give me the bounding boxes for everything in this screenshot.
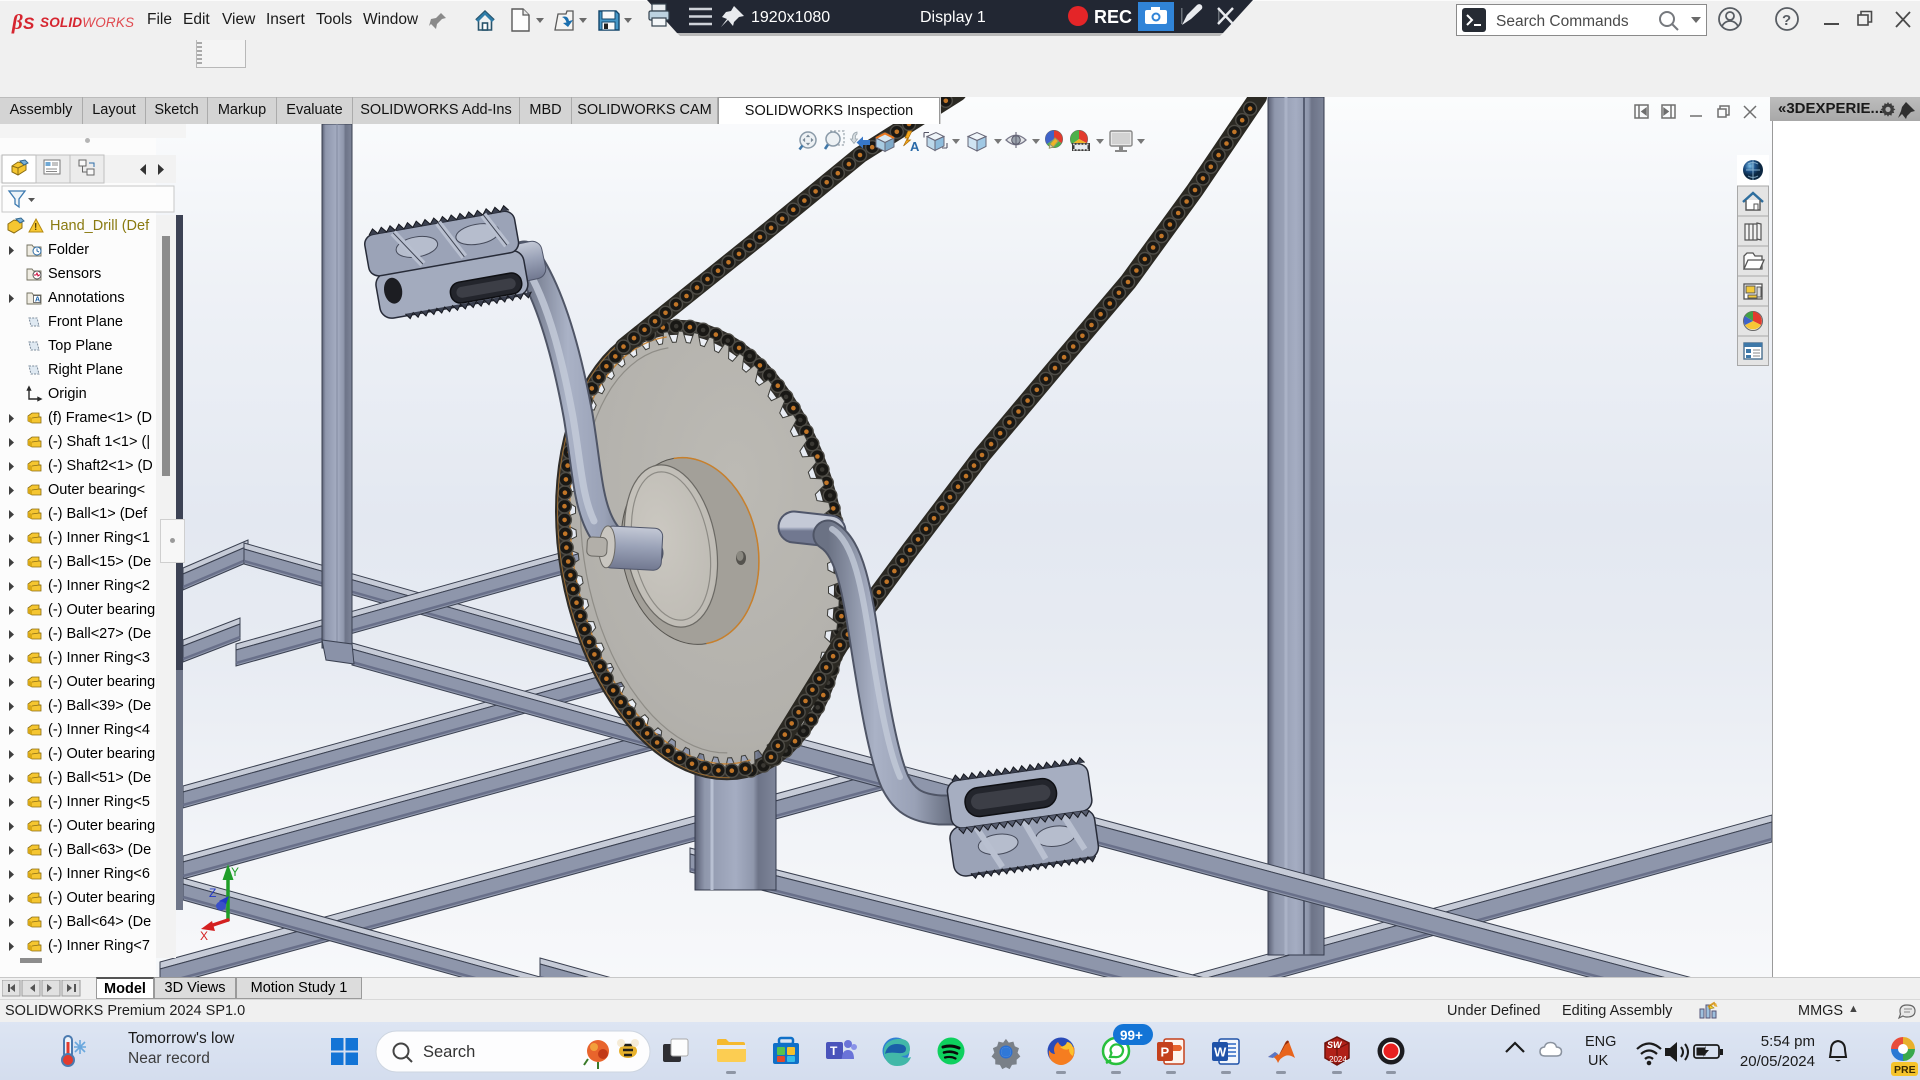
svg-text:(-) Inner Ring<1: (-) Inner Ring<1 — [48, 530, 150, 546]
svg-text:T: T — [830, 1044, 838, 1058]
svg-text:(-) Ball<27> (De: (-) Ball<27> (De — [48, 626, 151, 642]
svg-text:(-) Outer bearing: (-) Outer bearing — [48, 746, 155, 762]
svg-text:Display 1: Display 1 — [920, 9, 986, 26]
svg-text:(-) Inner Ring<4: (-) Inner Ring<4 — [48, 722, 150, 738]
svg-text:(-) Outer bearing: (-) Outer bearing — [48, 602, 155, 618]
svg-text:5:54 pm: 5:54 pm — [1761, 1033, 1815, 1050]
svg-text:(-) Ball<15> (De: (-) Ball<15> (De — [48, 554, 151, 570]
svg-text:(-) Ball<51> (De: (-) Ball<51> (De — [48, 770, 151, 786]
svg-text:(-) Inner Ring<5: (-) Inner Ring<5 — [48, 794, 150, 810]
svg-text:X: X — [200, 929, 208, 943]
svg-text:(-) Shaft 1<1> (|: (-) Shaft 1<1> (| — [48, 434, 150, 450]
svg-text:W: W — [1214, 1045, 1227, 1060]
svg-text:(-) Outer bearing: (-) Outer bearing — [48, 818, 155, 834]
svg-text:REC: REC — [1094, 7, 1132, 27]
svg-text:Front Plane: Front Plane — [48, 314, 123, 330]
svg-text:20/05/2024: 20/05/2024 — [1740, 1053, 1815, 1070]
svg-text:Tomorrow's low: Tomorrow's low — [128, 1030, 235, 1047]
svg-text:Z: Z — [209, 886, 216, 900]
svg-text:(-) Inner Ring<2: (-) Inner Ring<2 — [48, 578, 150, 594]
svg-text:SOLIDWORKS: SOLIDWORKS — [40, 15, 134, 30]
svg-text:SW: SW — [1327, 1040, 1343, 1050]
svg-text:ENG: ENG — [1585, 1034, 1616, 1050]
svg-text:?: ? — [1782, 12, 1791, 29]
svg-text:Annotations: Annotations — [48, 290, 125, 306]
svg-text:(-) Inner Ring<6: (-) Inner Ring<6 — [48, 866, 150, 882]
svg-text:Hand_Drill (Def: Hand_Drill (Def — [50, 218, 150, 234]
svg-text:Outer bearing<: Outer bearing< — [48, 482, 145, 498]
svg-text:Origin: Origin — [48, 386, 87, 402]
svg-text:Right Plane: Right Plane — [48, 362, 123, 378]
svg-text:S: S — [23, 14, 35, 33]
svg-text:Folder: Folder — [48, 242, 89, 258]
svg-text:(-) Ball<1> (Def: (-) Ball<1> (Def — [48, 506, 148, 522]
svg-text:(-) Ball<39> (De: (-) Ball<39> (De — [48, 698, 151, 714]
svg-text:A: A — [35, 297, 40, 304]
svg-text:(-) Outer bearing: (-) Outer bearing — [48, 674, 155, 690]
svg-text:(-) Inner Ring<3: (-) Inner Ring<3 — [48, 650, 150, 666]
svg-text:(-) Inner Ring<7: (-) Inner Ring<7 — [48, 938, 150, 954]
svg-text:Near record: Near record — [128, 1050, 210, 1067]
svg-text:(-) Outer bearing: (-) Outer bearing — [48, 890, 155, 906]
svg-text:Y: Y — [231, 865, 239, 879]
svg-text:(-) Ball<63> (De: (-) Ball<63> (De — [48, 842, 151, 858]
svg-text:Sensors: Sensors — [48, 266, 101, 282]
svg-text:Search: Search — [423, 1043, 475, 1061]
svg-text:Top Plane: Top Plane — [48, 338, 113, 354]
svg-text:1920x1080: 1920x1080 — [751, 9, 830, 26]
svg-text:A: A — [910, 139, 920, 154]
svg-text:UK: UK — [1588, 1053, 1608, 1069]
svg-text:β: β — [11, 10, 23, 34]
svg-text:!: ! — [34, 222, 37, 233]
svg-text:2024: 2024 — [1329, 1055, 1347, 1064]
svg-text:Search Commands: Search Commands — [1496, 13, 1629, 30]
svg-text:(f) Frame<1> (D: (f) Frame<1> (D — [48, 410, 152, 426]
svg-text:PRE: PRE — [1894, 1064, 1916, 1076]
svg-text:99+: 99+ — [1120, 1028, 1143, 1043]
svg-text:(-) Ball<64> (De: (-) Ball<64> (De — [48, 914, 151, 930]
svg-text:P: P — [1161, 1045, 1170, 1060]
svg-text:(-) Shaft2<1> (D: (-) Shaft2<1> (D — [48, 458, 153, 474]
